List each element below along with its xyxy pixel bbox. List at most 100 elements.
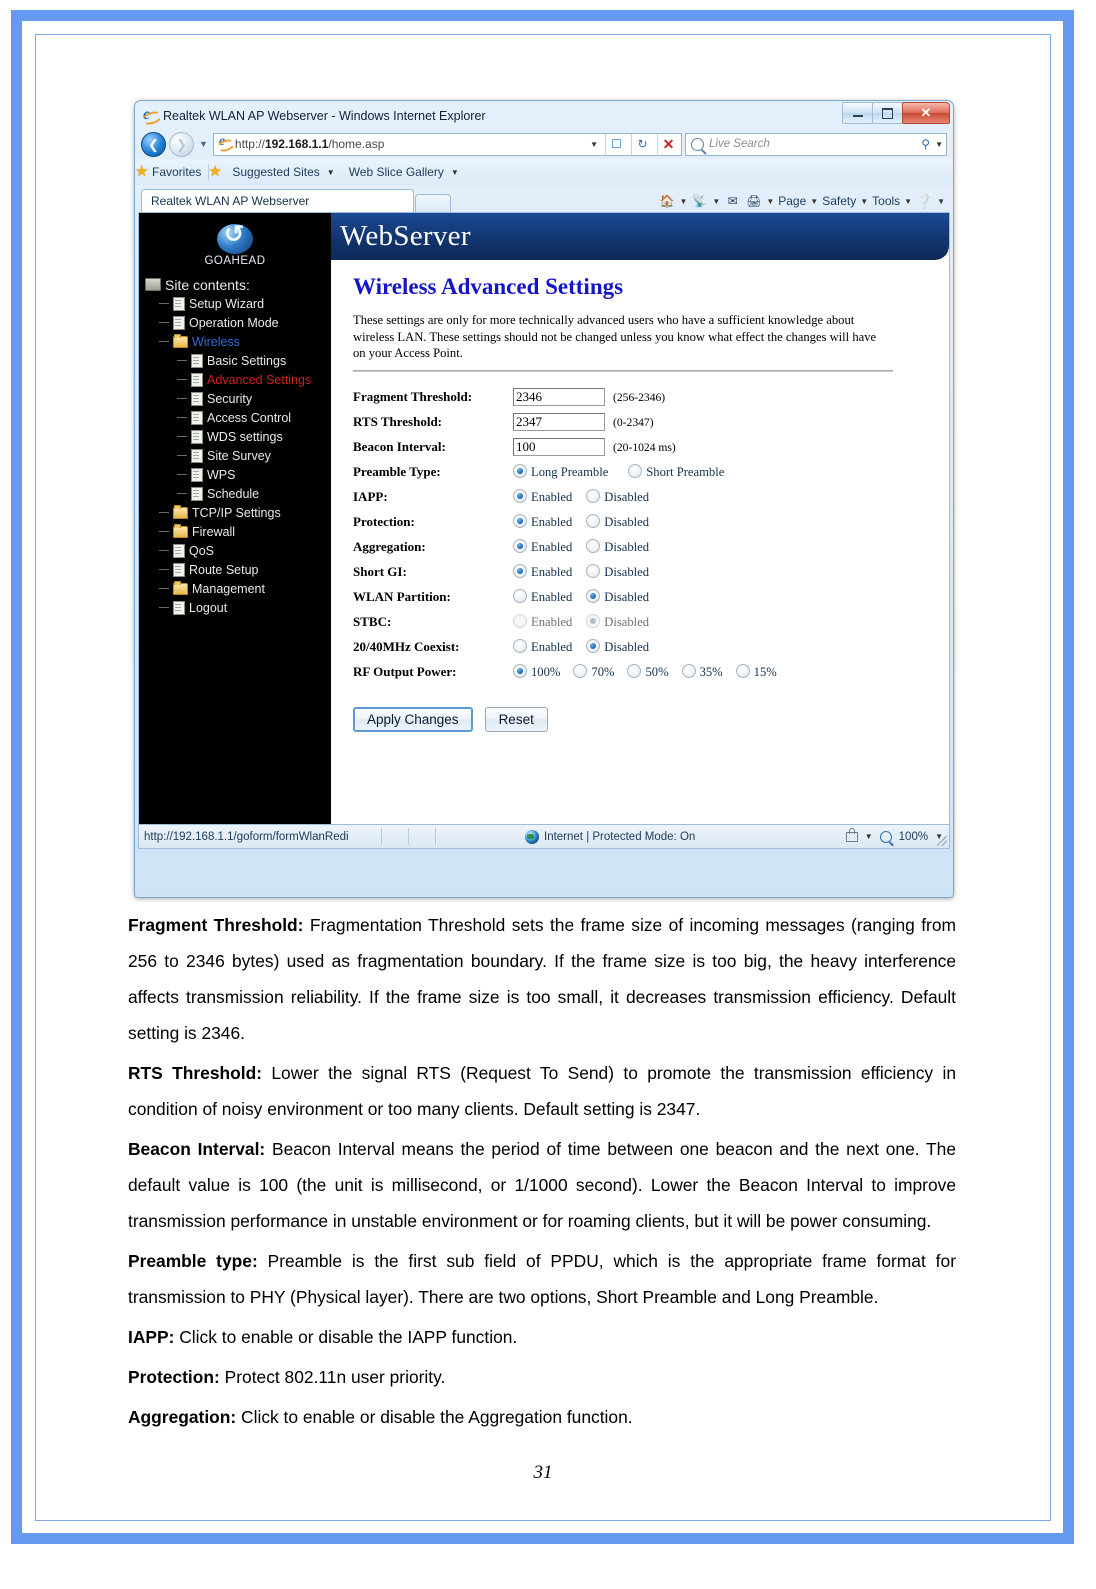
address-bar[interactable]: http://192.168.1.1/home.asp ▼ ☐ ↻ ✕ xyxy=(212,132,682,156)
radios-preamble-type: Long Preamble Short Preamble xyxy=(513,460,790,485)
row-wlan-partition: WLAN Partition: Enabled Disabled xyxy=(353,585,790,610)
address-dropdown-icon[interactable]: ▼ xyxy=(590,140,601,149)
suggested-sites-chevron-down-icon[interactable]: ▼ xyxy=(327,168,335,177)
radio-rf-output-power-100[interactable]: 100% xyxy=(513,664,560,680)
folder-icon xyxy=(173,504,188,519)
search-provider-dropdown-icon[interactable]: ▼ xyxy=(935,140,943,149)
forward-button[interactable]: ❯ xyxy=(169,131,194,157)
close-button[interactable]: ✕ xyxy=(902,102,950,124)
sidebar-item-wps[interactable]: WPS xyxy=(143,465,331,484)
tools-chevron-down-icon[interactable]: ▼ xyxy=(904,197,912,206)
zoom-icon[interactable] xyxy=(879,830,892,843)
radio-iapp-disabled[interactable]: Disabled xyxy=(586,489,649,505)
search-go-icon[interactable]: ⚲ xyxy=(921,137,930,151)
radio-coexist-disabled[interactable]: Disabled xyxy=(586,639,649,655)
page-chevron-down-icon[interactable]: ▼ xyxy=(810,197,818,206)
radio-coexist-enabled[interactable]: Enabled xyxy=(513,639,572,655)
refresh-icon[interactable]: ↻ xyxy=(631,133,653,155)
radio-wlan-partition-disabled[interactable]: Disabled xyxy=(586,589,649,605)
recent-pages-icon[interactable]: ▼ xyxy=(197,139,210,149)
hint-beacon-interval: (20-1024 ms) xyxy=(613,440,676,454)
tree-connector xyxy=(177,455,187,456)
home-chevron-down-icon[interactable]: ▼ xyxy=(679,197,687,206)
menu-safety[interactable]: Safety xyxy=(822,194,856,208)
feeds-chevron-down-icon[interactable]: ▼ xyxy=(712,197,720,206)
fragment-threshold-input[interactable] xyxy=(513,388,605,407)
sidebar-item-management[interactable]: Management xyxy=(143,579,331,598)
sidebar-item-firewall[interactable]: Firewall xyxy=(143,522,331,541)
favorites-label[interactable]: Favorites xyxy=(152,165,201,179)
radio-button-icon xyxy=(513,614,527,629)
sidebar-item-setup-wizard[interactable]: Setup Wizard xyxy=(143,294,331,313)
radio-short-gi-enabled[interactable]: Enabled xyxy=(513,564,572,580)
new-tab-button[interactable] xyxy=(415,194,451,212)
tree-connector xyxy=(159,588,169,589)
row-aggregation: Aggregation: Enabled Disabled xyxy=(353,535,790,560)
menu-page[interactable]: Page xyxy=(778,194,806,208)
tab-realtek-webserver[interactable]: Realtek WLAN AP Webserver xyxy=(141,189,414,212)
radio-wlan-partition-enabled[interactable]: Enabled xyxy=(513,589,572,605)
radio-preamble-type-short-preamble[interactable]: Short Preamble xyxy=(628,464,724,480)
resize-grip[interactable] xyxy=(937,836,947,846)
zoom-level: 100% xyxy=(898,830,929,843)
back-button[interactable]: ❮ xyxy=(141,131,166,157)
radio-protection-enabled[interactable]: Enabled xyxy=(513,514,572,530)
radio-preamble-type-long-preamble[interactable]: Long Preamble xyxy=(513,464,608,480)
sidebar-item-basic-settings[interactable]: Basic Settings xyxy=(143,351,331,370)
tree-connector xyxy=(159,607,169,608)
radio-rf-output-power-35[interactable]: 35% xyxy=(681,664,723,680)
manual-term: RTS Threshold: xyxy=(128,1063,262,1083)
apply-changes-button[interactable]: Apply Changes xyxy=(353,706,473,732)
radio-stbc-disabled[interactable]: Disabled xyxy=(586,614,649,630)
doc-icon xyxy=(191,448,203,463)
search-box[interactable]: Live Search ⚲ ▼ xyxy=(685,132,947,156)
label-stbc: STBC: xyxy=(353,614,392,630)
sidebar-item-security[interactable]: Security xyxy=(143,389,331,408)
rts-threshold-input[interactable] xyxy=(513,413,605,432)
radio-stbc-enabled[interactable]: Enabled xyxy=(513,614,572,630)
suggested-sites-link[interactable]: Suggested Sites xyxy=(232,165,319,179)
mail-icon[interactable]: ✉ xyxy=(724,193,741,209)
print-chevron-down-icon[interactable]: ▼ xyxy=(766,197,774,206)
sidebar-item-wds-settings[interactable]: WDS settings xyxy=(143,427,331,446)
home-icon[interactable]: 🏠 xyxy=(658,193,675,209)
web-slice-link[interactable]: Web Slice Gallery xyxy=(349,165,444,179)
row-rf-output-power: RF Output Power: 100% 70% 50% 35% 15% xyxy=(353,660,790,685)
web-slice-chevron-down-icon[interactable]: ▼ xyxy=(451,168,459,177)
feeds-icon[interactable]: 📡 xyxy=(691,193,708,209)
radio-rf-output-power-70[interactable]: 70% xyxy=(573,664,614,680)
minimize-button[interactable] xyxy=(842,102,873,124)
menu-tools[interactable]: Tools xyxy=(872,194,900,208)
radio-short-gi-disabled[interactable]: Disabled xyxy=(586,564,649,580)
sidebar-item-route-setup[interactable]: Route Setup xyxy=(143,560,331,579)
sidebar-item-tcp-ip-settings[interactable]: TCP/IP Settings xyxy=(143,503,331,522)
radio-rf-output-power-50[interactable]: 50% xyxy=(627,664,669,680)
safety-chevron-down-icon[interactable]: ▼ xyxy=(860,197,868,206)
reset-button[interactable]: Reset xyxy=(484,706,548,732)
stop-icon[interactable]: ✕ xyxy=(657,133,679,155)
sidebar-item-schedule[interactable]: Schedule xyxy=(143,484,331,503)
sidebar-item-wireless[interactable]: Wireless xyxy=(143,332,331,351)
page-number: 31 xyxy=(533,1462,553,1483)
radio-protection-disabled[interactable]: Disabled xyxy=(586,514,649,530)
maximize-button[interactable] xyxy=(872,102,903,124)
sidebar-item-operation-mode[interactable]: Operation Mode xyxy=(143,313,331,332)
sidebar-item-site-survey[interactable]: Site Survey xyxy=(143,446,331,465)
help-icon[interactable]: ❔ xyxy=(916,193,933,209)
radio-aggregation-disabled[interactable]: Disabled xyxy=(586,539,649,555)
beacon-interval-input[interactable] xyxy=(513,438,605,457)
radio-iapp-enabled[interactable]: Enabled xyxy=(513,489,572,505)
help-chevron-down-icon[interactable]: ▼ xyxy=(937,197,945,206)
label-aggregation: Aggregation: xyxy=(353,539,426,555)
manual-page: Realtek WLAN AP Webserver - Windows Inte… xyxy=(36,35,1050,1520)
sidebar-item-logout[interactable]: Logout xyxy=(143,598,331,617)
radio-rf-output-power-15[interactable]: 15% xyxy=(735,664,777,680)
print-icon[interactable]: 🖨 xyxy=(745,193,762,209)
compatibility-view-icon[interactable]: ☐ xyxy=(605,133,627,155)
sidebar-item-qos[interactable]: QoS xyxy=(143,541,331,560)
sidebar-item-advanced-settings[interactable]: Advanced Settings xyxy=(143,370,331,389)
sidebar-item-access-control[interactable]: Access Control xyxy=(143,408,331,427)
radio-aggregation-enabled[interactable]: Enabled xyxy=(513,539,572,555)
protected-mode-chevron-down-icon[interactable]: ▼ xyxy=(865,832,873,841)
search-input[interactable]: Live Search xyxy=(709,138,916,150)
